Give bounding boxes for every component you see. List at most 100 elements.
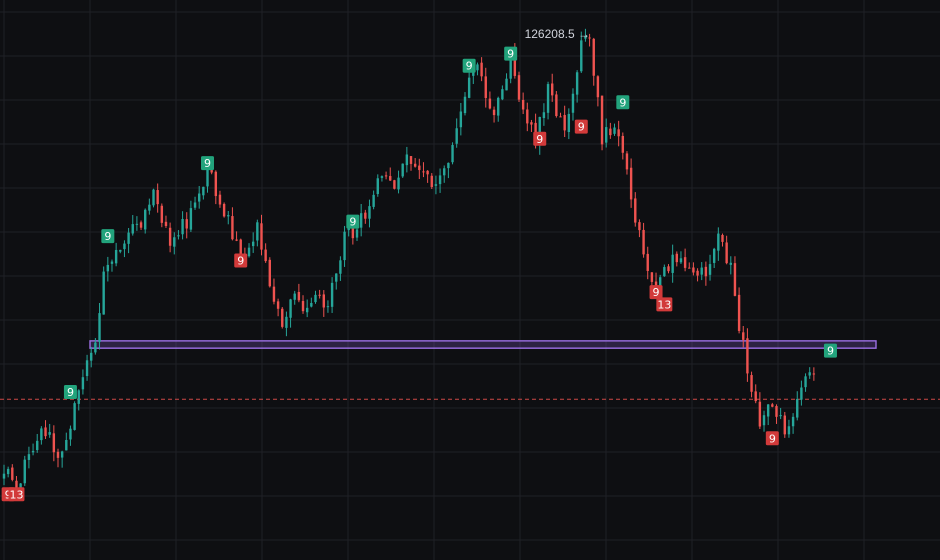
candle-body bbox=[148, 204, 151, 211]
candle-body bbox=[102, 271, 105, 315]
candle-body bbox=[413, 163, 417, 167]
marker-label: 9 bbox=[67, 386, 74, 399]
candle-body bbox=[6, 468, 10, 475]
candle-body bbox=[293, 293, 296, 300]
candle-body bbox=[580, 40, 583, 72]
candle-body bbox=[335, 273, 338, 282]
candle-body bbox=[650, 272, 654, 282]
candle-body bbox=[563, 115, 566, 131]
candle-body bbox=[717, 233, 720, 251]
candle-body bbox=[791, 416, 795, 427]
candle-body bbox=[251, 241, 255, 247]
support-zone-band[interactable] bbox=[89, 340, 877, 349]
candle-body bbox=[27, 454, 31, 460]
candle-body bbox=[559, 116, 562, 118]
candle-body bbox=[725, 242, 728, 264]
candle-body bbox=[467, 77, 471, 98]
candle-body bbox=[476, 64, 479, 71]
td-sequential-marker: 9 bbox=[504, 46, 518, 61]
marker-label: 13 bbox=[9, 488, 23, 501]
candle-body bbox=[430, 175, 433, 188]
td-sequential-marker: 9 bbox=[823, 343, 837, 358]
td-sequential-marker: 13 bbox=[8, 487, 25, 502]
candle-body bbox=[426, 170, 429, 175]
candle-body bbox=[409, 156, 413, 164]
candle-body bbox=[11, 467, 14, 480]
candle-body bbox=[60, 451, 64, 458]
candle-body bbox=[48, 432, 51, 435]
candle-body bbox=[94, 342, 97, 353]
candle-body bbox=[667, 266, 670, 272]
candle-body bbox=[389, 176, 392, 181]
candle-body bbox=[127, 232, 130, 244]
marker-label: 9 bbox=[507, 48, 514, 61]
td-sequential-marker: 9 bbox=[616, 95, 630, 110]
candle-body bbox=[596, 76, 600, 98]
candle-body bbox=[231, 216, 234, 240]
candle-body bbox=[692, 267, 695, 273]
candle-body bbox=[297, 292, 301, 301]
candle-body bbox=[56, 451, 60, 458]
max-price-annotation: 126208.5 → bbox=[525, 27, 590, 41]
candle-body bbox=[555, 94, 558, 116]
candle-body bbox=[613, 127, 616, 134]
candle-body bbox=[750, 375, 753, 392]
candle-body bbox=[235, 239, 238, 241]
candle-body bbox=[139, 222, 143, 228]
candle-body bbox=[638, 222, 641, 231]
td-sequential-marker: 9 bbox=[462, 58, 476, 73]
candle-body bbox=[31, 450, 35, 453]
candle-body bbox=[285, 316, 288, 328]
marker-label: 9 bbox=[104, 230, 111, 243]
candle-body bbox=[804, 376, 807, 388]
candle-body bbox=[405, 154, 409, 166]
candle-body bbox=[783, 415, 786, 435]
candle-body bbox=[181, 218, 184, 235]
marker-label: 9 bbox=[349, 216, 356, 229]
candle-body bbox=[123, 243, 126, 250]
candle-body bbox=[110, 261, 114, 264]
candle-body bbox=[609, 128, 612, 136]
candle-body bbox=[289, 299, 292, 318]
candle-body bbox=[737, 294, 741, 331]
td-sequential-marker: 9 bbox=[101, 229, 115, 244]
candle-body bbox=[401, 163, 404, 177]
candle-body bbox=[368, 206, 371, 219]
candle-body bbox=[567, 113, 571, 133]
candle-body bbox=[621, 135, 625, 153]
candle-body bbox=[135, 223, 139, 225]
candle-body bbox=[451, 145, 454, 163]
candle-body bbox=[214, 171, 218, 197]
candlestick-chart[interactable]: 913999999999991399 126208.5 → bbox=[0, 0, 940, 560]
candle-body bbox=[364, 212, 367, 219]
candle-body bbox=[434, 184, 438, 186]
marker-label: 9 bbox=[204, 157, 211, 170]
candle-body bbox=[546, 84, 550, 113]
candle-body bbox=[787, 426, 791, 435]
candle-body bbox=[629, 167, 633, 200]
candle-body bbox=[779, 415, 782, 417]
marker-label: 9 bbox=[536, 133, 543, 146]
candle-body bbox=[98, 313, 101, 342]
candle-body bbox=[164, 221, 168, 226]
chart-root[interactable]: 9 13 9 9 9 9 9 9 9 9 9 9 9 13 9 9 126208.5 → bbox=[0, 0, 940, 560]
td-sequential-marker: 13 bbox=[656, 297, 673, 312]
candle-body bbox=[729, 262, 732, 265]
candle-body bbox=[696, 270, 699, 276]
candle-body bbox=[376, 178, 379, 194]
candle-body bbox=[438, 175, 442, 185]
candle-body bbox=[505, 78, 508, 91]
candle-body bbox=[189, 208, 193, 230]
candle-body bbox=[372, 194, 375, 207]
candle-body bbox=[700, 267, 703, 275]
candle-body bbox=[708, 264, 712, 275]
candle-body bbox=[173, 237, 176, 247]
annotation-layer: 126208.5 → bbox=[525, 27, 590, 41]
candle-body bbox=[152, 189, 155, 206]
candle-body bbox=[197, 193, 201, 202]
candle-body bbox=[746, 338, 749, 374]
candle-body bbox=[463, 96, 467, 114]
candle-body bbox=[23, 459, 26, 484]
td-sequential-marker: 9 bbox=[201, 156, 215, 171]
candle-body bbox=[762, 415, 766, 426]
